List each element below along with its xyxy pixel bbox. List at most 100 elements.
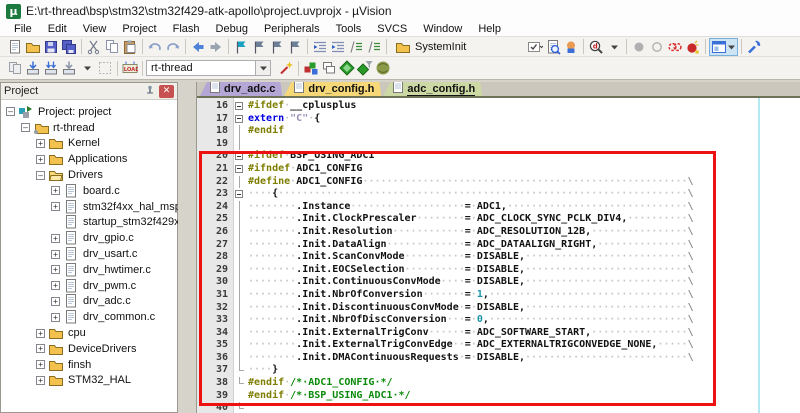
fold-collapse-icon[interactable]: [233, 163, 246, 176]
expand-icon[interactable]: +: [36, 139, 45, 148]
target-select-caret-icon[interactable]: [256, 60, 271, 76]
tree-item-stm32f4xx-hal-msp-c[interactable]: +stm32f4xx_hal_msp.c: [1, 199, 177, 215]
expand-icon[interactable]: +: [36, 376, 45, 385]
menu-item-svcs[interactable]: SVCS: [369, 23, 415, 35]
copy-icon[interactable]: [103, 38, 121, 55]
current-function-label[interactable]: SystemInit: [415, 41, 466, 53]
download-icon[interactable]: LOAD: [121, 60, 139, 77]
expand-icon[interactable]: +: [36, 344, 45, 353]
nav-forward-icon[interactable]: [207, 38, 225, 55]
kill-breakpoints-icon[interactable]: [684, 38, 702, 55]
collapse-icon[interactable]: –: [21, 123, 30, 132]
run-to-cursor-icon[interactable]: [562, 38, 580, 55]
windows-layout-icon[interactable]: [709, 38, 738, 56]
redo-icon[interactable]: [164, 38, 182, 55]
options-wand-icon[interactable]: [277, 60, 295, 77]
paste-icon[interactable]: [121, 38, 139, 55]
tree-item-drv-adc-c[interactable]: +drv_adc.c: [1, 294, 177, 310]
expand-icon[interactable]: +: [36, 155, 45, 164]
expand-icon[interactable]: +: [51, 234, 60, 243]
tree-item-devicedrivers[interactable]: +DeviceDrivers: [1, 341, 177, 357]
bookmark-clear-icon[interactable]: [286, 38, 304, 55]
find-in-files-icon[interactable]: [544, 38, 562, 55]
menu-item-tools[interactable]: Tools: [328, 23, 370, 35]
expand-icon[interactable]: +: [51, 202, 60, 211]
tree-item-stm32-hal[interactable]: +STM32_HAL: [1, 373, 177, 389]
undo-icon[interactable]: [146, 38, 164, 55]
tree-item-kernel[interactable]: +Kernel: [1, 136, 177, 152]
search-dropdown-caret-icon[interactable]: [605, 38, 623, 55]
batch-build-icon[interactable]: [60, 60, 78, 77]
insert-breakpoint-icon[interactable]: [630, 38, 648, 55]
menu-item-peripherals[interactable]: Peripherals: [256, 23, 328, 35]
build-icon[interactable]: [24, 60, 42, 77]
collapse-icon[interactable]: –: [6, 107, 15, 116]
flash-config-icon[interactable]: [394, 38, 412, 55]
target-select[interactable]: rt-thread: [146, 60, 256, 76]
tree-item-finsh[interactable]: +finsh: [1, 357, 177, 373]
rebuild-icon[interactable]: [42, 60, 60, 77]
expand-icon[interactable]: +: [51, 281, 60, 290]
pack-installer-icon[interactable]: [356, 60, 374, 77]
tree-item-rt-thread[interactable]: –rt-thread: [1, 120, 177, 136]
editor-tab-drv-adc-c[interactable]: drv_adc.c: [200, 82, 282, 96]
nav-back-icon[interactable]: [189, 38, 207, 55]
open-folder-icon[interactable]: [24, 38, 42, 55]
expand-icon[interactable]: +: [36, 360, 45, 369]
cut-icon[interactable]: [85, 38, 103, 55]
expand-icon[interactable]: +: [51, 186, 60, 195]
indent-right-icon[interactable]: [329, 38, 347, 55]
quick-search-icon[interactable]: d: [587, 38, 605, 55]
menu-item-window[interactable]: Window: [415, 23, 470, 35]
comment-icon[interactable]: [347, 38, 365, 55]
manage-layout-icon[interactable]: [320, 60, 338, 77]
fold-collapse-icon[interactable]: [233, 100, 246, 113]
enable-breakpoint-icon[interactable]: [648, 38, 666, 55]
menu-item-view[interactable]: View: [75, 23, 115, 35]
tree-item-drv-hwtimer-c[interactable]: +drv_hwtimer.c: [1, 262, 177, 278]
menu-item-flash[interactable]: Flash: [165, 23, 208, 35]
menu-item-debug[interactable]: Debug: [208, 23, 256, 35]
tree-item-drv-common-c[interactable]: +drv_common.c: [1, 309, 177, 325]
code-editor[interactable]: 16#ifdef·__cplusplus17extern·"C"·{18#end…: [197, 98, 800, 413]
editor-tab-adc-config-h[interactable]: adc_config.h: [383, 82, 482, 96]
panel-splitter[interactable]: [178, 80, 196, 413]
menu-item-file[interactable]: File: [6, 23, 40, 35]
tree-item-drivers[interactable]: –Drivers: [1, 167, 177, 183]
bookmark-prev-icon[interactable]: [250, 38, 268, 55]
tree-item-board-c[interactable]: +board.c: [1, 183, 177, 199]
new-file-icon[interactable]: [6, 38, 24, 55]
save-icon[interactable]: [42, 38, 60, 55]
batch-caret-icon[interactable]: [78, 60, 96, 77]
expand-icon[interactable]: +: [51, 265, 60, 274]
expand-icon[interactable]: +: [51, 297, 60, 306]
menu-item-help[interactable]: Help: [470, 23, 509, 35]
tree-item-cpu[interactable]: +cpu: [1, 325, 177, 341]
collapse-icon[interactable]: –: [36, 171, 45, 180]
tree-item-drv-gpio-c[interactable]: +drv_gpio.c: [1, 230, 177, 246]
expand-icon[interactable]: +: [51, 313, 60, 322]
menu-item-project[interactable]: Project: [114, 23, 164, 35]
tree-item-project-project[interactable]: –Project: project: [1, 104, 177, 120]
configure-wrench-icon[interactable]: [745, 38, 763, 55]
translate-icon[interactable]: [6, 60, 24, 77]
bookmark-next-icon[interactable]: [268, 38, 286, 55]
indent-left-icon[interactable]: [311, 38, 329, 55]
stop-build-icon[interactable]: [96, 60, 114, 77]
fold-collapse-icon[interactable]: [233, 188, 246, 201]
tree-item-drv-pwm-c[interactable]: +drv_pwm.c: [1, 278, 177, 294]
disable-breakpoints-icon[interactable]: [666, 38, 684, 55]
expand-icon[interactable]: +: [36, 329, 45, 338]
fold-collapse-icon[interactable]: [233, 113, 246, 126]
menu-item-edit[interactable]: Edit: [40, 23, 75, 35]
tree-item-drv-usart-c[interactable]: +drv_usart.c: [1, 246, 177, 262]
editor-tab-drv-config-h[interactable]: drv_config.h: [284, 82, 381, 96]
bookmark-toggle-icon[interactable]: [232, 38, 250, 55]
close-panel-icon[interactable]: ✕: [159, 85, 174, 98]
environment-icon[interactable]: [374, 60, 392, 77]
select-software-packs-icon[interactable]: [338, 60, 356, 77]
checkbox-dropdown-icon[interactable]: [526, 38, 544, 55]
manage-items-icon[interactable]: [302, 60, 320, 77]
save-all-icon[interactable]: [60, 38, 78, 55]
pin-icon[interactable]: [143, 85, 157, 98]
